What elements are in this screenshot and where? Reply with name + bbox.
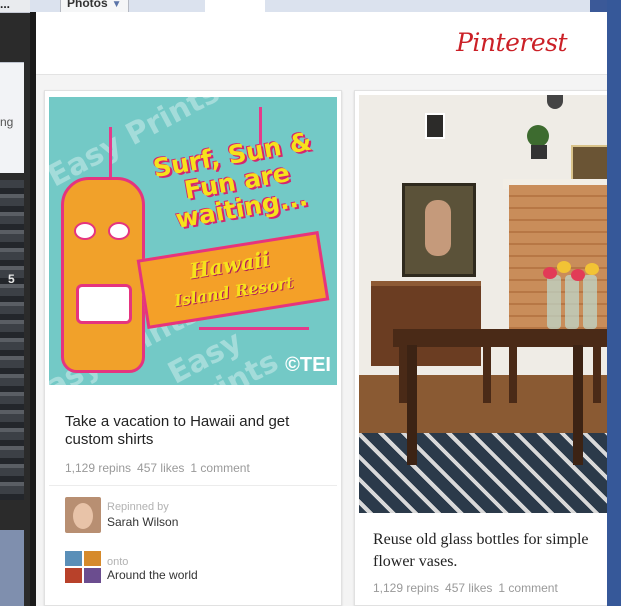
pin-description: Reuse old glass bottles for simple flowe… <box>373 531 589 570</box>
like-count[interactable]: 457 likes <box>137 461 184 475</box>
pin-card-vases[interactable]: Reuse old glass bottles for simple flowe… <box>354 90 607 606</box>
card-divider <box>49 485 337 486</box>
pinterest-window: Pinterest Easy Prints Easy Prints Easy P… <box>30 12 607 606</box>
pin-stats: 1,129 repins 457 likes 1 comment <box>373 581 564 595</box>
repin-count[interactable]: 1,129 repins <box>373 581 439 595</box>
flower <box>557 261 571 273</box>
glass-vase <box>565 275 579 329</box>
chevron-down-icon: ▼ <box>111 0 122 10</box>
like-count[interactable]: 457 likes <box>445 581 492 595</box>
board-thumb-tile <box>65 551 82 566</box>
glass-vase <box>547 275 561 329</box>
onto-label: onto <box>107 556 129 568</box>
tiki-mask-graphic <box>61 177 145 373</box>
background-bottom-panel <box>0 530 24 606</box>
comment-count[interactable]: 1 comment <box>498 581 557 595</box>
tiki-eye <box>74 222 96 240</box>
pin-image-brand: ©TEI <box>285 354 331 376</box>
board-name[interactable]: Around the world <box>107 568 198 582</box>
board-thumb-tile <box>65 568 82 583</box>
board-thumb-tile <box>84 551 101 566</box>
background-header-gap <box>205 0 265 12</box>
flower <box>543 267 557 279</box>
background-side-panel: ng <box>0 62 24 173</box>
background-photo-digit: 5 <box>8 272 15 286</box>
repinned-by-user[interactable]: Sarah Wilson <box>107 515 178 529</box>
pin-image-dining-room[interactable] <box>359 95 607 513</box>
plant-pot <box>531 145 547 159</box>
large-painting <box>402 183 476 277</box>
chair-leg <box>407 345 417 465</box>
background-left-panel: ... ng 5 <box>0 0 30 606</box>
background-top-text: ... <box>0 0 11 11</box>
background-header: Photos ▼ <box>30 0 590 13</box>
background-top-bar: ... <box>0 0 30 13</box>
pinterest-logo[interactable]: Pinterest <box>456 28 567 57</box>
decorative-stripe <box>199 327 309 330</box>
board-thumb-tile <box>84 568 101 583</box>
background-photo: 5 <box>0 180 24 500</box>
chair-back <box>509 335 601 403</box>
background-side-text: ng <box>0 115 14 129</box>
pin-stats: 1,129 repins 457 likes 1 comment <box>65 461 256 475</box>
board-thumbnail[interactable] <box>65 551 101 583</box>
avatar[interactable] <box>65 497 101 533</box>
repinned-by-label: Repinned by <box>107 501 169 513</box>
repin-count[interactable]: 1,129 repins <box>65 461 131 475</box>
background-right-strip <box>607 0 621 606</box>
glass-vase <box>583 275 597 329</box>
pin-card-hawaii[interactable]: Easy Prints Easy Prints Easy Prints Surf… <box>44 90 342 606</box>
pinterest-header: Pinterest <box>36 12 607 75</box>
plant <box>527 125 549 147</box>
tiki-eye <box>108 222 130 240</box>
pin-image-hawaii[interactable]: Easy Prints Easy Prints Easy Prints Surf… <box>49 97 337 385</box>
photos-dropdown-label: Photos <box>67 0 108 10</box>
pin-image-headline: Surf, Sun & Fun are waiting... <box>151 126 314 234</box>
chair-leg <box>573 345 583 465</box>
comment-count[interactable]: 1 comment <box>190 461 249 475</box>
tiki-mouth <box>76 284 132 324</box>
flower <box>571 269 585 281</box>
pin-description: Take a vacation to Hawaii and get custom… <box>65 413 290 448</box>
flower <box>585 263 599 275</box>
small-wall-frame <box>425 113 445 139</box>
room-rug <box>359 433 607 513</box>
